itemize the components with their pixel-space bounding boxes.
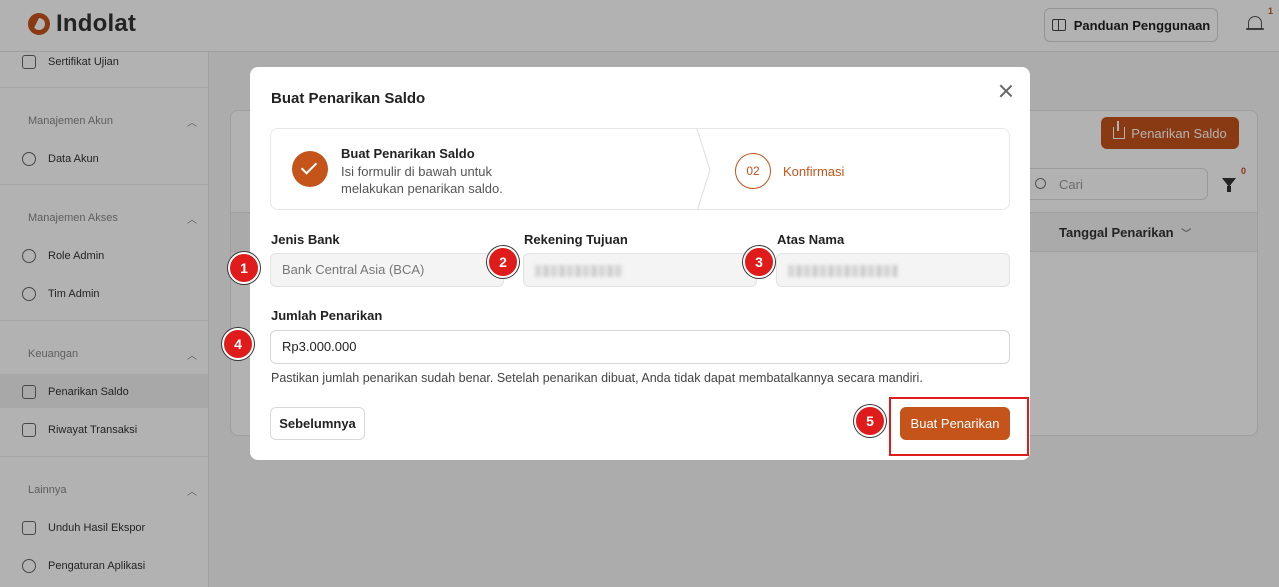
bank-field: Bank Central Asia (BCA) [270, 253, 504, 287]
step2-title: Konfirmasi [783, 164, 845, 179]
step-marker-1: 1 [228, 252, 260, 284]
redacted-account-number [535, 264, 623, 277]
step2-indicator: 02 [735, 153, 771, 189]
step-arrow-divider [696, 129, 711, 209]
step1-description: Isi formulir di bawah untuk melakukan pe… [341, 164, 503, 196]
account-label: Rekening Tujuan [524, 232, 628, 247]
submit-highlight-box [889, 397, 1029, 456]
step-marker-3: 3 [743, 246, 775, 278]
modal-title: Buat Penarikan Saldo [271, 90, 426, 107]
stepper: Buat Penarikan Saldo Isi formulir di baw… [270, 128, 1010, 210]
bank-label: Jenis Bank [271, 232, 340, 247]
account-name-label: Atas Nama [777, 232, 845, 247]
step1-complete-indicator [292, 151, 328, 187]
step-marker-4: 4 [222, 328, 254, 360]
redacted-account-name [788, 264, 898, 277]
step-marker-2: 2 [487, 246, 519, 278]
account-name-field [776, 253, 1010, 287]
amount-hint: Pastikan jumlah penarikan sudah benar. S… [271, 371, 923, 385]
step-marker-5: 5 [854, 405, 886, 437]
bank-value: Bank Central Asia (BCA) [282, 262, 425, 277]
close-icon[interactable] [998, 83, 1014, 99]
amount-field[interactable]: Rp3.000.000 [270, 330, 1010, 364]
amount-value: Rp3.000.000 [282, 339, 357, 354]
account-number-field [523, 253, 757, 287]
step1-title: Buat Penarikan Saldo [341, 146, 475, 161]
previous-button[interactable]: Sebelumnya [270, 407, 365, 440]
check-icon [300, 158, 318, 175]
amount-label: Jumlah Penarikan [271, 308, 383, 323]
